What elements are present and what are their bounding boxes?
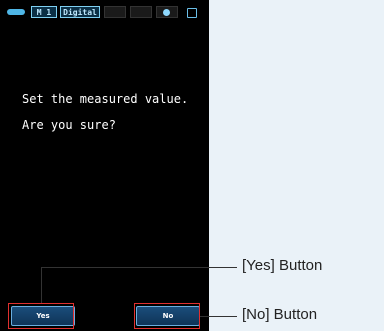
confirm-message-line2: Are you sure? xyxy=(22,118,116,132)
no-button-highlight xyxy=(134,303,200,329)
battery-icon xyxy=(7,9,25,15)
confirm-message-line1: Set the measured value. xyxy=(22,92,189,106)
no-callout: [No] Button xyxy=(242,306,318,323)
device-screen: M 1 Digital Set the measured value. Are y… xyxy=(0,0,209,331)
indicator-dot-icon xyxy=(163,9,170,16)
no-leader xyxy=(200,316,237,317)
mode-name: Digital xyxy=(60,6,100,18)
confirm-message: Set the measured value. Are you sure? xyxy=(22,86,202,138)
yes-callout: [Yes] Button xyxy=(242,257,323,274)
status-indicator xyxy=(104,6,126,18)
yes-leader-vertical xyxy=(41,267,42,303)
mode-number: M 1 xyxy=(31,6,57,18)
status-bar: M 1 Digital xyxy=(3,6,203,18)
yes-leader-horizontal xyxy=(41,267,237,268)
yes-button-highlight xyxy=(8,303,74,329)
status-indicator xyxy=(130,6,152,18)
lock-icon xyxy=(187,8,197,18)
